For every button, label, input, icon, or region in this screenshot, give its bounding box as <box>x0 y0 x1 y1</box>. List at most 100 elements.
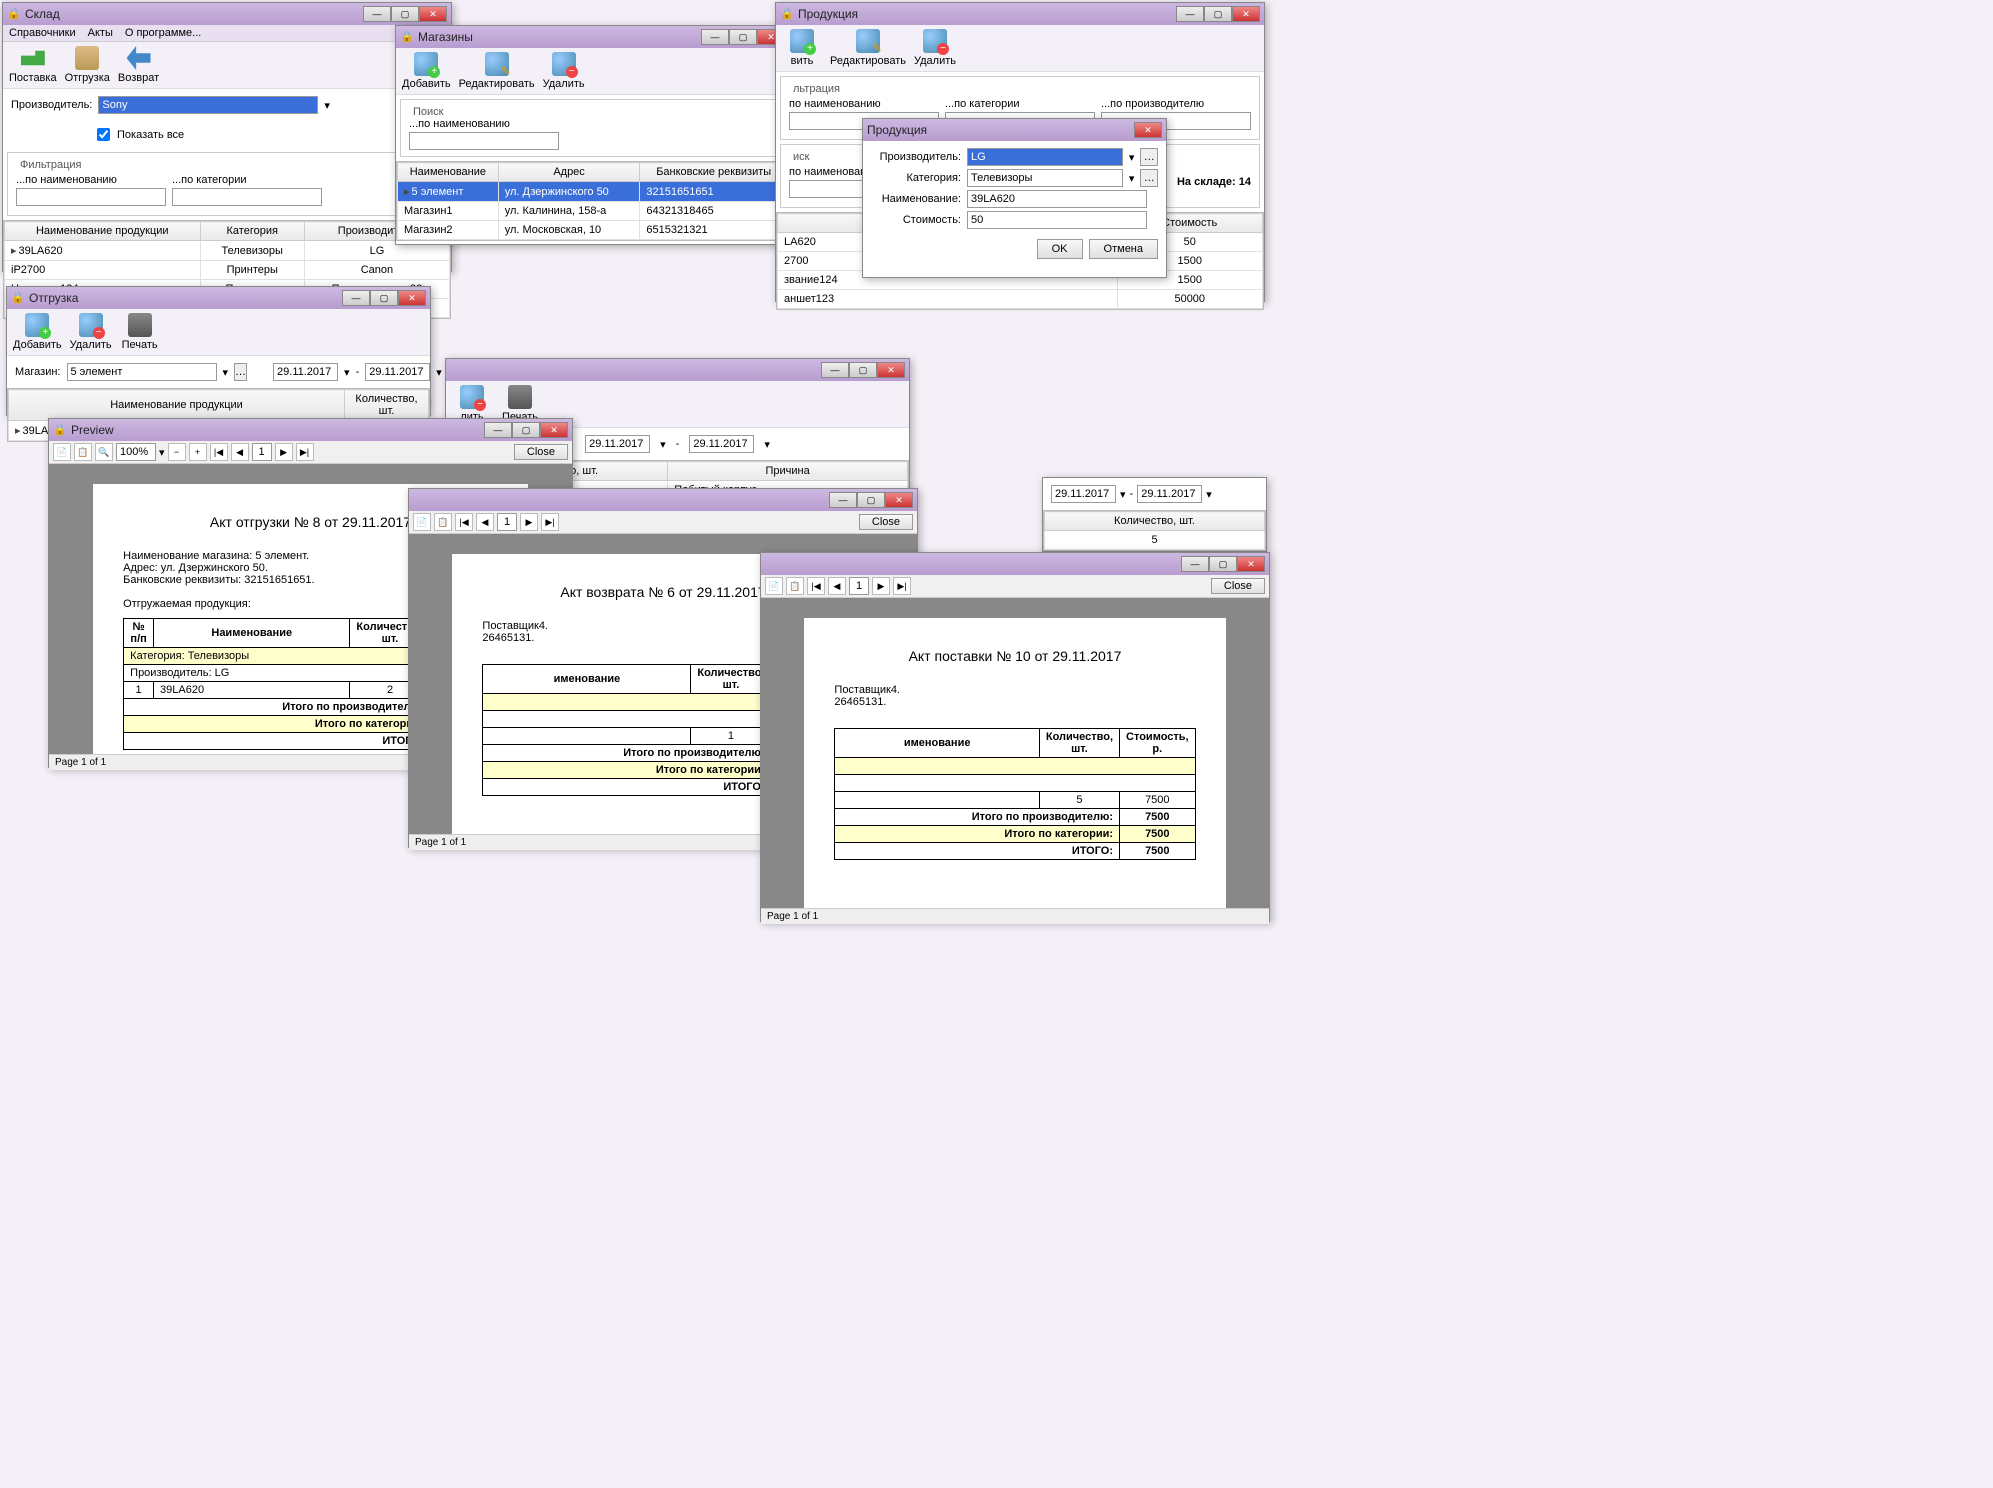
table-row[interactable]: 5 элементул. Дзержинского 5032151651651 <box>398 182 788 202</box>
date-to[interactable] <box>689 435 754 453</box>
cat-combo[interactable] <box>967 169 1123 187</box>
last-page-icon[interactable]: ▶| <box>296 443 314 461</box>
zoom-input[interactable] <box>116 443 156 461</box>
minimize-button[interactable]: — <box>829 492 857 508</box>
showall-checkbox[interactable]: Показать все <box>93 125 184 144</box>
date-from[interactable] <box>585 435 650 453</box>
supply-button[interactable]: Поставка <box>9 46 57 84</box>
table-row[interactable]: Магазин2ул. Московская, 106515321321 <box>398 221 788 240</box>
minimize-button[interactable]: — <box>1181 556 1209 572</box>
dropdown-icon[interactable]: ▾ <box>1129 172 1135 185</box>
filter-name-input[interactable] <box>16 188 166 206</box>
delete-button[interactable]: Удалить <box>70 313 112 351</box>
ellipsis-button[interactable]: … <box>234 363 247 381</box>
titlebar[interactable]: 🔒 Отгрузка —▢✕ <box>7 287 430 309</box>
close-preview-button[interactable]: Close <box>1211 578 1265 594</box>
close-button[interactable]: ✕ <box>1134 122 1162 138</box>
close-preview-button[interactable]: Close <box>514 444 568 460</box>
tool-button[interactable]: 📋 <box>786 577 804 595</box>
print-button[interactable]: Печать <box>120 313 160 351</box>
close-button[interactable]: ✕ <box>398 290 426 306</box>
page-input[interactable] <box>849 577 869 595</box>
search-name-input[interactable] <box>409 132 559 150</box>
maximize-button[interactable]: ▢ <box>1204 6 1232 22</box>
maximize-button[interactable]: ▢ <box>849 362 877 378</box>
close-button[interactable]: ✕ <box>1232 6 1260 22</box>
add-button[interactable]: вить <box>782 29 822 67</box>
prev-page-icon[interactable]: ◀ <box>231 443 249 461</box>
maximize-button[interactable]: ▢ <box>729 29 757 45</box>
delete-button[interactable]: Удалить <box>914 29 956 67</box>
maximize-button[interactable]: ▢ <box>857 492 885 508</box>
date-from[interactable] <box>1051 485 1116 503</box>
dropdown-icon[interactable]: ▾ <box>1129 151 1135 164</box>
delete-button[interactable]: Удалить <box>543 52 585 90</box>
dropdown-icon[interactable]: ▾ <box>223 366 229 379</box>
edit-button[interactable]: Редактировать <box>459 52 535 90</box>
minimize-button[interactable]: — <box>484 422 512 438</box>
close-button[interactable]: ✕ <box>540 422 568 438</box>
dropdown-icon[interactable]: ▾ <box>324 99 330 112</box>
next-page-icon[interactable]: ▶ <box>275 443 293 461</box>
manuf-combo[interactable] <box>967 148 1123 166</box>
minimize-button[interactable]: — <box>1176 6 1204 22</box>
minimize-button[interactable]: — <box>821 362 849 378</box>
close-button[interactable]: ✕ <box>1237 556 1265 572</box>
prev-page-icon[interactable]: ◀ <box>828 577 846 595</box>
date-to[interactable] <box>1137 485 1202 503</box>
add-button[interactable]: Добавить <box>402 52 451 90</box>
maximize-button[interactable]: ▢ <box>370 290 398 306</box>
shop-combo[interactable] <box>67 363 217 381</box>
close-button[interactable]: ✕ <box>419 6 447 22</box>
titlebar[interactable]: 🔒 Магазины —▢✕ <box>396 26 789 48</box>
first-page-icon[interactable]: |◀ <box>455 513 473 531</box>
next-page-icon[interactable]: ▶ <box>520 513 538 531</box>
titlebar[interactable]: 🔒 Склад — ▢ ✕ <box>3 3 451 25</box>
maximize-button[interactable]: ▢ <box>1209 556 1237 572</box>
minimize-button[interactable]: — <box>701 29 729 45</box>
tool-button[interactable]: 📋 <box>74 443 92 461</box>
return-button[interactable]: Возврат <box>118 46 159 84</box>
titlebar[interactable]: 🔒 Preview —▢✕ <box>49 419 572 441</box>
tool-button[interactable]: 📋 <box>434 513 452 531</box>
menu-item[interactable]: Справочники <box>9 27 76 39</box>
manufacturer-combo[interactable] <box>98 96 318 114</box>
table-row[interactable]: iP2700ПринтерыCanon <box>5 261 450 280</box>
ok-button[interactable]: OK <box>1037 239 1083 259</box>
titlebar[interactable]: —▢✕ <box>409 489 917 511</box>
titlebar[interactable]: Продукция ✕ <box>863 119 1166 141</box>
minimize-button[interactable]: — <box>342 290 370 306</box>
add-button[interactable]: Добавить <box>13 313 62 351</box>
cost-input[interactable] <box>967 211 1147 229</box>
titlebar[interactable]: —▢✕ <box>446 359 909 381</box>
cancel-button[interactable]: Отмена <box>1089 239 1158 259</box>
tool-button[interactable]: 📄 <box>765 577 783 595</box>
close-button[interactable]: ✕ <box>877 362 905 378</box>
first-page-icon[interactable]: |◀ <box>210 443 228 461</box>
maximize-button[interactable]: ▢ <box>512 422 540 438</box>
date-to[interactable] <box>365 363 430 381</box>
prev-page-icon[interactable]: ◀ <box>476 513 494 531</box>
table-row[interactable]: Магазин1ул. Калинина, 158-а64321318465 <box>398 202 788 221</box>
table-row[interactable]: аншет12350000 <box>778 290 1263 309</box>
supply-grid[interactable]: Количество, шт. 5 <box>1043 510 1266 551</box>
menu-item[interactable]: О программе... <box>125 27 201 39</box>
name-input[interactable] <box>967 190 1147 208</box>
close-preview-button[interactable]: Close <box>859 514 913 530</box>
titlebar[interactable]: 🔒 Продукция —▢✕ <box>776 3 1264 25</box>
page-input[interactable] <box>497 513 517 531</box>
date-from[interactable] <box>273 363 338 381</box>
last-page-icon[interactable]: ▶| <box>541 513 559 531</box>
close-button[interactable]: ✕ <box>885 492 913 508</box>
minimize-button[interactable]: — <box>363 6 391 22</box>
menu-item[interactable]: Акты <box>88 27 113 39</box>
ellipsis-button[interactable]: … <box>1140 169 1158 187</box>
table-row[interactable]: 5 <box>1045 531 1265 550</box>
zoom-out-icon[interactable]: − <box>168 443 186 461</box>
next-page-icon[interactable]: ▶ <box>872 577 890 595</box>
titlebar[interactable]: —▢✕ <box>761 553 1269 575</box>
table-row[interactable]: 39LA620ТелевизорыLG <box>5 241 450 261</box>
first-page-icon[interactable]: |◀ <box>807 577 825 595</box>
filter-cat-input[interactable] <box>172 188 322 206</box>
tool-button[interactable]: 📄 <box>53 443 71 461</box>
